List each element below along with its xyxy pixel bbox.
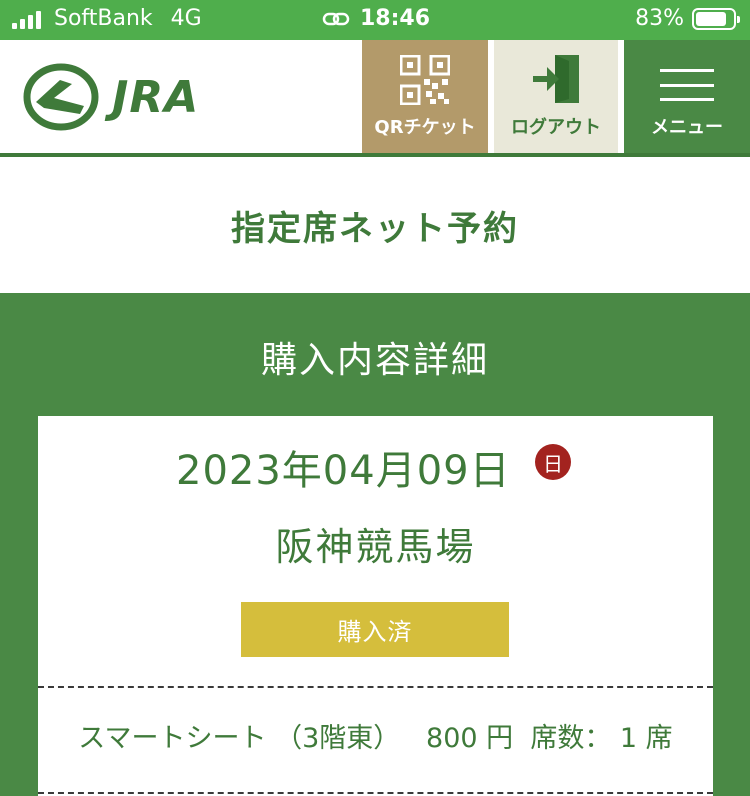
qr-ticket-button[interactable]: QRチケット	[362, 40, 488, 153]
panel-title: 購入内容詳細	[260, 340, 489, 381]
hamburger-icon	[660, 69, 714, 101]
seat-price: 800 円	[426, 723, 514, 754]
venue-name: 阪神競馬場	[275, 525, 476, 569]
menu-button[interactable]: メニュー	[624, 40, 750, 153]
network-type: 4G	[170, 6, 202, 31]
clock: 18:46	[360, 6, 431, 31]
jra-emblem-icon	[23, 63, 99, 131]
race-date: 2023年04月09日	[176, 448, 511, 494]
date-row: 2023年04月09日 日	[38, 438, 713, 494]
day-of-week-badge: 日	[535, 444, 571, 480]
seat-count-label: 席数：	[530, 723, 612, 754]
dashed-divider	[38, 686, 713, 688]
logout-button[interactable]: ログアウト	[494, 40, 618, 153]
battery-percentage: 83%	[635, 6, 684, 31]
page-title: 指定席ネット予約	[231, 208, 519, 249]
qr-ticket-label: QRチケット	[374, 117, 476, 138]
link-icon	[322, 12, 350, 25]
seat-type: スマートシート	[78, 723, 267, 754]
logout-label: ログアウト	[511, 117, 601, 138]
status-bar: SoftBank 4G 18:46 83%	[0, 0, 750, 40]
battery-icon	[692, 7, 740, 30]
seat-count: 1 席	[619, 723, 673, 754]
logout-icon	[533, 55, 579, 103]
seat-floor: （3階東）	[275, 723, 401, 754]
dashed-divider	[38, 792, 713, 794]
seat-info-row: スマートシート （3階東） 800 円 席数： 1 席	[38, 716, 713, 755]
purchase-status-badge: 購入済	[241, 602, 509, 657]
qr-code-icon	[400, 55, 450, 105]
carrier-name: SoftBank	[54, 6, 153, 31]
purchase-details-panel: 購入内容詳細 2023年04月09日 日 阪神競馬場 購入済 スマートシート （…	[0, 293, 750, 796]
app-header: JRA QRチケット ログアウト メニュー	[0, 40, 750, 157]
logo-text: JRA	[112, 71, 200, 123]
reservation-card: 2023年04月09日 日 阪神競馬場 購入済 スマートシート （3階東） 80…	[38, 416, 713, 796]
signal-strength-icon	[12, 9, 44, 29]
jra-logo[interactable]: JRA	[22, 62, 199, 132]
menu-label: メニュー	[651, 117, 723, 138]
